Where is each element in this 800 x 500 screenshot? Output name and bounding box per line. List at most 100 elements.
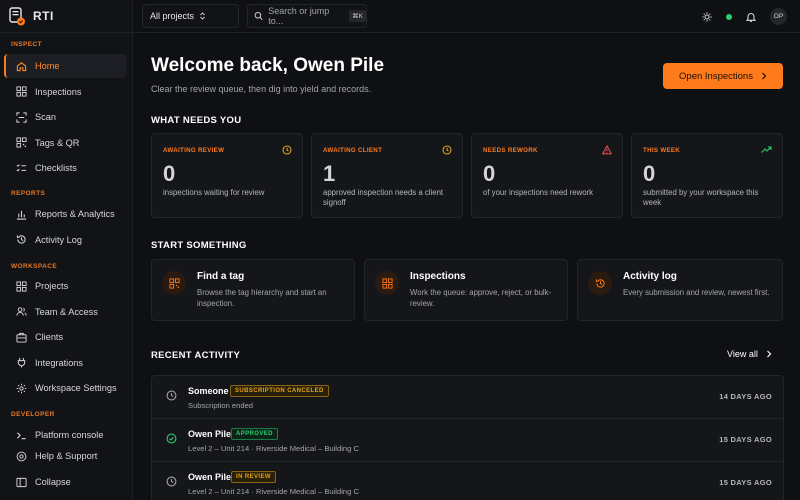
clients-icon (16, 332, 27, 343)
avatar[interactable]: OP (770, 8, 787, 25)
sidebar-item-reports-analytics[interactable]: Reports & Analytics (4, 202, 127, 226)
qr-icon (16, 137, 27, 148)
check-circle-icon (166, 433, 177, 444)
grid-icon (375, 271, 399, 295)
sidebar-item-activity-log[interactable]: Activity Log (4, 228, 127, 252)
main-area: All projects Search or jump to... ⌘K OP … (133, 0, 800, 500)
history-icon (16, 235, 26, 244)
brand[interactable]: RTI (0, 0, 132, 33)
topbar: All projects Search or jump to... ⌘K OP (133, 0, 800, 33)
history-icon (588, 271, 612, 295)
clock-icon (166, 390, 177, 401)
card-needs-rework[interactable]: NEEDS REWORK 0 of your inspections need … (471, 133, 623, 218)
scan-icon (16, 111, 27, 123)
search-icon (254, 11, 263, 21)
what-needs-you-heading: WHAT NEEDS YOU (151, 115, 242, 126)
sidebar-item-tags-qr[interactable]: Tags & QR (4, 131, 127, 155)
card-value: 0 (163, 161, 176, 186)
recent-activity-heading: RECENT ACTIVITY (151, 350, 241, 361)
home-icon (16, 61, 27, 71)
sidebar-item-label: Reports & Analytics (35, 209, 115, 219)
sidebar-item-home[interactable]: Home (4, 54, 127, 78)
sidebar-item-projects[interactable]: Projects (4, 274, 127, 298)
search-input[interactable]: Search or jump to... ⌘K (247, 4, 367, 28)
action-desc: Browse the tag hierarchy and start an in… (197, 288, 327, 308)
qr-icon (162, 271, 186, 295)
warning-icon (602, 145, 612, 155)
sidebar-item-label: Tags & QR (35, 137, 80, 148)
gear-icon (16, 383, 27, 393)
section-label-inspect: INSPECT (11, 41, 42, 48)
sidebar-item-label: Platform console (35, 430, 104, 440)
card-value: 0 (483, 161, 496, 186)
project-select-value: All projects (150, 11, 195, 21)
action-activity-log[interactable]: Activity log Every submission and review… (577, 259, 783, 321)
clock-icon (442, 145, 452, 155)
action-title: Inspections (410, 271, 466, 282)
theme-toggle-icon[interactable] (702, 11, 712, 22)
action-desc: Work the queue: approve, reject, or bulk… (410, 288, 552, 308)
status-badge: APPROVED (231, 428, 278, 440)
help-support-label: Help & Support (35, 451, 98, 461)
activity-row[interactable]: Owen Pile APPROVED Level 2 – Unit 214 · … (152, 419, 783, 462)
section-label-developer: DEVELOPER (11, 411, 55, 418)
activity-actor: Owen Pile (188, 472, 232, 482)
card-desc: inspections waiting for review (163, 188, 265, 197)
activity-detail: Level 2 – Unit 214 · Riverside Medical –… (188, 444, 359, 453)
sidebar-item-workspace-settings[interactable]: Workspace Settings (4, 376, 127, 400)
brand-name: RTI (33, 9, 54, 23)
sidebar-item-label: Inspections (35, 86, 82, 97)
action-title: Activity log (623, 271, 677, 282)
sidebar-item-label: Activity Log (35, 234, 82, 245)
users-icon (16, 307, 27, 316)
sidebar-item-label: Workspace Settings (35, 383, 117, 393)
open-inspections-label: Open Inspections (679, 70, 753, 82)
chevron-updown-icon (200, 12, 205, 20)
rti-logo-icon (9, 7, 25, 26)
project-select[interactable]: All projects (142, 4, 239, 28)
activity-actor: Someone (188, 386, 229, 396)
action-title: Find a tag (197, 271, 245, 282)
plug-icon (17, 357, 26, 368)
search-shortcut: ⌘K (349, 10, 366, 22)
activity-row[interactable]: Owen Pile IN REVIEW Level 2 – Unit 214 ·… (152, 462, 783, 500)
collapse-icon (16, 477, 27, 487)
sidebar-item-checklists[interactable]: Checklists (4, 156, 127, 180)
card-awaiting-review[interactable]: AWAITING REVIEW 0 inspections waiting fo… (151, 133, 303, 218)
action-desc: Every submission and review, newest firs… (623, 288, 770, 297)
sidebar-item-inspections[interactable]: Inspections (4, 80, 127, 104)
card-awaiting-client[interactable]: AWAITING CLIENT 1 approved inspection ne… (311, 133, 463, 218)
card-this-week[interactable]: THIS WEEK 0 submitted by your workspace … (631, 133, 783, 218)
open-inspections-button[interactable]: Open Inspections (663, 63, 783, 89)
status-badge: IN REVIEW (231, 471, 276, 483)
sidebar-item-scan[interactable]: Scan (4, 105, 127, 129)
terminal-icon (16, 431, 26, 439)
collapse-sidebar-button[interactable]: Collapse (4, 470, 127, 494)
action-inspections[interactable]: Inspections Work the queue: approve, rej… (364, 259, 568, 321)
view-all-link[interactable]: View all (727, 349, 772, 359)
activity-time: 15 DAYS AGO (719, 478, 772, 487)
help-icon (16, 451, 27, 461)
card-desc: of your inspections need rework (483, 188, 594, 197)
bar-chart-icon (16, 210, 27, 220)
sidebar: RTI INSPECT Home Inspections Scan Tags &… (0, 0, 133, 500)
sidebar-item-label: Team & Access (35, 306, 98, 317)
activity-row[interactable]: Someone SUBSCRIPTION CANCELED Subscripti… (152, 376, 783, 419)
card-label: THIS WEEK (643, 147, 681, 154)
topbar-actions: OP (702, 0, 787, 33)
sidebar-item-team-access[interactable]: Team & Access (4, 300, 127, 324)
card-desc: submitted by your workspace this week (643, 188, 759, 207)
clock-icon (282, 145, 292, 155)
section-label-workspace: WORKSPACE (11, 263, 58, 270)
help-support-link[interactable]: Help & Support (4, 444, 127, 468)
card-label: NEEDS REWORK (483, 147, 538, 154)
section-label-reports: REPORTS (11, 190, 46, 197)
sidebar-item-label: Clients (35, 332, 64, 342)
sidebar-item-clients[interactable]: Clients (4, 325, 127, 349)
sidebar-item-integrations[interactable]: Integrations (4, 351, 127, 375)
sidebar-item-label: Scan (35, 112, 56, 122)
status-badge: SUBSCRIPTION CANCELED (230, 385, 329, 397)
action-find-a-tag[interactable]: Find a tag Browse the tag hierarchy and … (151, 259, 355, 321)
sidebar-item-label: Projects (35, 281, 69, 291)
bell-icon[interactable] (746, 12, 756, 22)
